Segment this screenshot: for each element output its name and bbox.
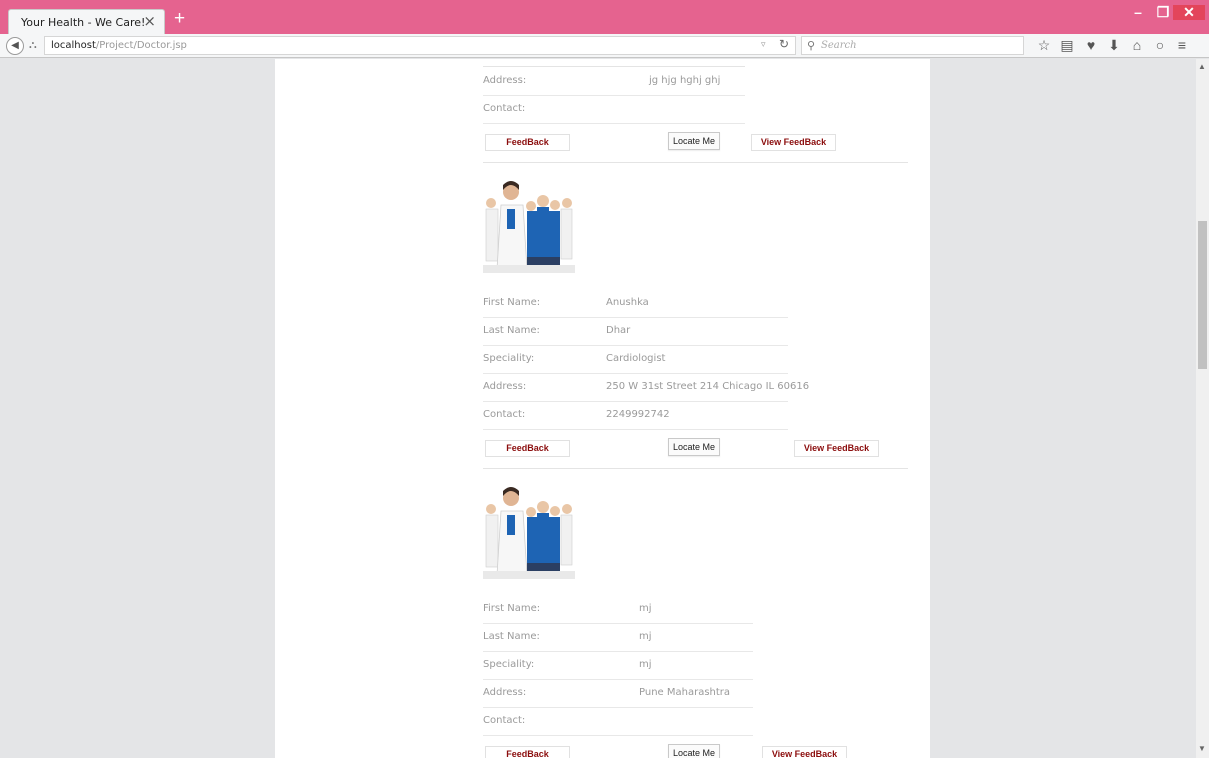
tab-title: Your Health - We Care!: [21, 16, 146, 29]
doctor-photo: [483, 483, 575, 579]
vertical-scrollbar[interactable]: ▲ ▼: [1196, 59, 1209, 758]
reload-icon[interactable]: ↻: [779, 37, 789, 51]
url-dropdown-icon[interactable]: ▿: [761, 39, 766, 50]
menu-icon[interactable]: ≡: [1174, 37, 1190, 53]
new-tab-icon[interactable]: +: [174, 9, 185, 29]
contact-label: Contact:: [483, 103, 526, 114]
address-row: Address: jg hjg hghj ghj: [483, 68, 745, 96]
first-name-label: First Name:: [483, 603, 541, 614]
home-icon[interactable]: ⌂: [1129, 37, 1145, 53]
star-icon[interactable]: ☆: [1036, 37, 1052, 53]
speciality-label: Speciality:: [483, 353, 535, 364]
first-name-row: First Name: Anushka: [483, 290, 788, 318]
feedback-button[interactable]: FeedBack: [485, 134, 570, 151]
view-feedback-button[interactable]: View FeedBack: [751, 134, 836, 151]
doctor-photo: [483, 177, 575, 273]
feedback-button[interactable]: FeedBack: [485, 440, 570, 457]
page-viewport: Address: jg hjg hghj ghj Contact: FeedBa…: [0, 59, 1196, 758]
chat-icon[interactable]: ○: [1152, 37, 1168, 53]
speciality-label: Speciality:: [483, 659, 535, 670]
address-value: 250 W 31st Street 214 Chicago IL 60616: [606, 381, 810, 392]
speciality-value: Cardiologist: [606, 353, 666, 364]
scroll-up-icon[interactable]: ▲: [1198, 62, 1206, 71]
browser-navbar: ◀ ⛬ localhost/Project/Doctor.jsp ▿ ↻ ⚲ S…: [0, 34, 1209, 58]
url-text: localhost/Project/Doctor.jsp: [51, 40, 187, 51]
first-name-value: Anushka: [606, 297, 649, 308]
last-name-row: Last Name: mj: [483, 624, 753, 652]
first-name-label: First Name:: [483, 297, 541, 308]
contact-row: Contact:: [483, 708, 753, 736]
address-row: Address: Pune Maharashtra: [483, 680, 753, 708]
scroll-down-icon[interactable]: ▼: [1198, 744, 1206, 753]
search-icon: ⚲: [807, 40, 816, 52]
locate-me-button[interactable]: Locate Me: [668, 132, 720, 150]
back-arrow-icon[interactable]: ◀: [6, 37, 24, 55]
maximize-icon[interactable]: ❐: [1152, 5, 1174, 20]
url-host: localhost: [51, 40, 96, 51]
download-icon[interactable]: ⬇: [1106, 37, 1122, 53]
locate-me-button[interactable]: Locate Me: [668, 744, 720, 758]
search-input[interactable]: ⚲ Search: [801, 36, 1024, 55]
last-name-row: Last Name: Dhar: [483, 318, 788, 346]
first-name-row: First Name: mj: [483, 596, 753, 624]
contact-label: Contact:: [483, 715, 526, 726]
address-label: Address:: [483, 75, 527, 86]
last-name-label: Last Name:: [483, 325, 540, 336]
address-label: Address:: [483, 381, 527, 392]
address-row: Address: 250 W 31st Street 214 Chicago I…: [483, 374, 809, 402]
tab-close-icon[interactable]: ×: [143, 13, 156, 29]
view-feedback-button[interactable]: View FeedBack: [762, 746, 847, 758]
last-name-value: Dhar: [606, 325, 631, 336]
pocket-icon[interactable]: ♥: [1083, 37, 1099, 53]
address-label: Address:: [483, 687, 527, 698]
speciality-row: Speciality: Cardiologist: [483, 346, 788, 374]
doctor-list: Address: jg hjg hghj ghj Contact: FeedBa…: [275, 59, 930, 758]
locate-me-button[interactable]: Locate Me: [668, 438, 720, 456]
address-value: Pune Maharashtra: [639, 687, 731, 698]
url-path: /Project/Doctor.jsp: [95, 40, 187, 51]
site-info-icon[interactable]: ⛬: [29, 39, 37, 52]
last-name-value: mj: [639, 631, 652, 642]
browser-titlebar: Your Health - We Care! × + – ❐ ✕: [0, 0, 1209, 34]
speciality-value: mj: [639, 659, 652, 670]
first-name-value: mj: [639, 603, 652, 614]
search-placeholder: Search: [821, 40, 857, 51]
minimize-icon[interactable]: –: [1127, 5, 1149, 20]
close-window-icon[interactable]: ✕: [1173, 5, 1205, 20]
browser-tab[interactable]: Your Health - We Care! ×: [8, 9, 165, 34]
feedback-button[interactable]: FeedBack: [485, 746, 570, 758]
view-feedback-button[interactable]: View FeedBack: [794, 440, 879, 457]
contact-label: Contact:: [483, 409, 526, 420]
last-name-label: Last Name:: [483, 631, 540, 642]
url-bar[interactable]: localhost/Project/Doctor.jsp: [44, 36, 796, 55]
address-value: jg hjg hghj ghj: [649, 75, 721, 86]
reading-list-icon[interactable]: ▤: [1059, 37, 1075, 53]
contact-value: 2249992742: [606, 409, 670, 420]
speciality-row: Speciality: mj: [483, 652, 753, 680]
contact-row: Contact: 2249992742: [483, 402, 788, 430]
contact-row: Contact:: [483, 96, 745, 124]
scroll-thumb[interactable]: [1198, 221, 1207, 369]
